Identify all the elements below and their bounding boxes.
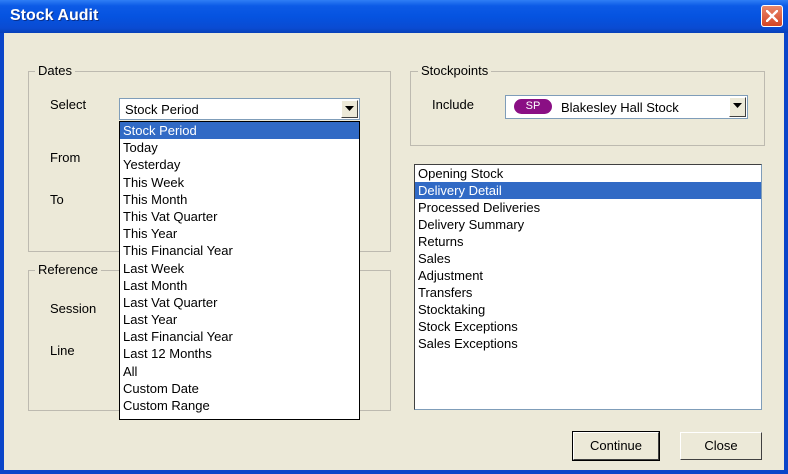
dropdown-option[interactable]: This Week	[120, 174, 359, 191]
close-button[interactable]: Close	[680, 432, 762, 460]
to-label: To	[50, 192, 64, 207]
dropdown-option[interactable]: Last Vat Quarter	[120, 294, 359, 311]
report-type-item[interactable]: Transfers	[415, 284, 761, 301]
dropdown-option[interactable]: All	[120, 363, 359, 380]
dropdown-option[interactable]: Yesterday	[120, 156, 359, 173]
dropdown-option[interactable]: This Financial Year	[120, 242, 359, 259]
stockpoint-badge: SP	[514, 99, 552, 114]
stockpoint-value: Blakesley Hall Stock	[561, 100, 679, 115]
window-title: Stock Audit	[10, 7, 99, 24]
dates-legend: Dates	[35, 63, 75, 78]
dropdown-option[interactable]: Last 12 Months	[120, 345, 359, 362]
report-type-item[interactable]: Delivery Detail	[415, 182, 761, 199]
line-label: Line	[50, 343, 75, 358]
continue-button[interactable]: Continue	[572, 431, 660, 461]
include-label: Include	[432, 97, 474, 112]
stockpoints-legend: Stockpoints	[418, 63, 492, 78]
chevron-down-icon	[345, 106, 354, 111]
from-label: From	[50, 150, 81, 165]
stockpoint-combo[interactable]: SP Blakesley Hall Stock	[505, 95, 748, 119]
chevron-down-icon	[733, 103, 742, 108]
report-type-item[interactable]: Returns	[415, 233, 761, 250]
close-icon	[766, 10, 778, 22]
dropdown-option[interactable]: Today	[120, 139, 359, 156]
date-select-combo[interactable]: Stock Period	[119, 98, 360, 120]
title-bar[interactable]: Stock Audit	[0, 0, 788, 33]
session-label: Session	[50, 301, 97, 316]
dropdown-option[interactable]: Custom Date	[120, 380, 359, 397]
select-label: Select	[50, 97, 87, 112]
dropdown-option[interactable]: This Month	[120, 191, 359, 208]
dropdown-option[interactable]: Last Month	[120, 277, 359, 294]
date-select-dropdown-button[interactable]	[341, 100, 358, 118]
report-type-item[interactable]: Processed Deliveries	[415, 199, 761, 216]
dropdown-option[interactable]: Last Year	[120, 311, 359, 328]
dropdown-option[interactable]: Last Financial Year	[120, 328, 359, 345]
report-type-item[interactable]: Stock Exceptions	[415, 318, 761, 335]
dropdown-option[interactable]: This Year	[120, 225, 359, 242]
report-type-item[interactable]: Sales	[415, 250, 761, 267]
report-type-item[interactable]: Stocktaking	[415, 301, 761, 318]
report-type-item[interactable]: Sales Exceptions	[415, 335, 761, 352]
dropdown-option[interactable]: Custom Range	[120, 397, 359, 414]
date-select-value: Stock Period	[125, 102, 199, 117]
dropdown-option[interactable]: This Vat Quarter	[120, 208, 359, 225]
report-type-item[interactable]: Opening Stock	[415, 165, 761, 182]
close-window-button[interactable]	[761, 5, 783, 27]
dropdown-option[interactable]: Stock Period	[120, 122, 359, 140]
stockpoint-dropdown-button[interactable]	[729, 97, 746, 117]
report-type-item[interactable]: Adjustment	[415, 267, 761, 284]
report-type-item[interactable]: Delivery Summary	[415, 216, 761, 233]
dropdown-option[interactable]: Last Week	[120, 260, 359, 277]
report-type-listbox[interactable]: Opening Stock Delivery Detail Processed De…	[414, 164, 762, 410]
reference-legend: Reference	[35, 262, 101, 277]
date-select-dropdown-list[interactable]: Stock Period Today Yesterday This Week This …	[119, 121, 360, 420]
